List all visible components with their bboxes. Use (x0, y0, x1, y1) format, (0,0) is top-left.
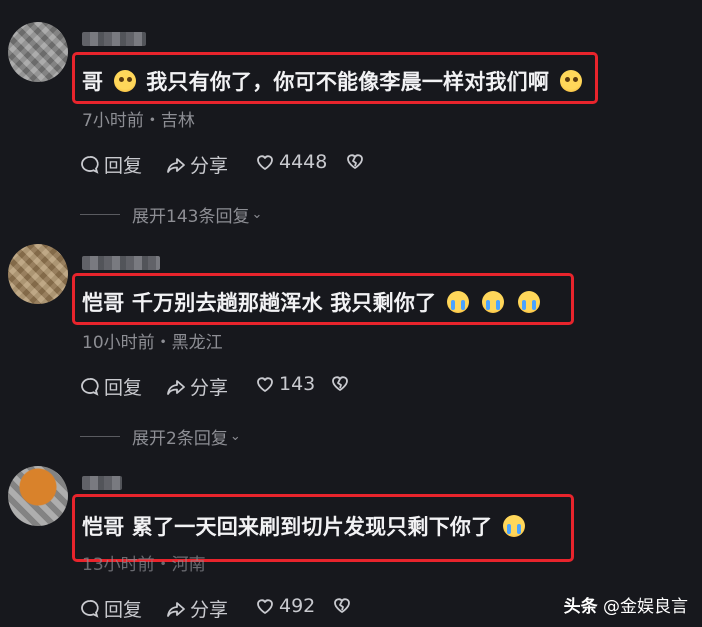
reply-button[interactable]: 回复 (80, 151, 142, 178)
crying-face-icon (502, 515, 525, 537)
share-button[interactable]: 分享 (166, 151, 228, 178)
share-arrow-icon (167, 379, 185, 395)
chevron-down-icon: ⌄ (229, 429, 241, 444)
heart-icon (257, 377, 273, 392)
avatar[interactable] (8, 22, 68, 82)
share-button[interactable]: 分享 (166, 373, 228, 400)
dislike-button[interactable] (332, 595, 356, 615)
avatar[interactable] (8, 466, 68, 526)
share-arrow-icon (167, 157, 185, 173)
expand-replies-button[interactable]: 展开2条回复 ⌄ (80, 424, 241, 449)
like-button[interactable]: 492 (255, 595, 315, 617)
comment-bubble-icon (81, 599, 99, 618)
share-arrow-icon (167, 601, 185, 617)
username-blurred[interactable] (82, 32, 146, 46)
username-blurred[interactable] (82, 476, 122, 490)
avatar[interactable] (8, 244, 68, 304)
pleading-face-icon (559, 70, 582, 92)
crying-face-icon (446, 291, 469, 313)
comment-text: 哥 我只有你了，你可不能像李晨一样对我们啊 (82, 66, 585, 96)
comment-meta: 7小时前・吉林 (82, 111, 195, 131)
broken-heart-icon (347, 154, 363, 169)
like-button[interactable]: 4448 (255, 151, 327, 173)
comment-meta: 10小时前・黑龙江 (82, 333, 223, 353)
expand-replies-button[interactable]: 展开143条回复 ⌄ (80, 202, 262, 227)
dislike-button[interactable] (330, 373, 354, 393)
comment-bubble-icon (81, 377, 99, 396)
reply-button[interactable]: 回复 (80, 373, 142, 400)
heart-icon (257, 599, 273, 614)
comment-text: 恺哥 累了一天回来刷到切片发现只剩下你了 (82, 511, 528, 541)
dislike-button[interactable] (345, 151, 369, 171)
reply-button[interactable]: 回复 (80, 595, 142, 622)
comment-text: 恺哥 千万别去趟那趟浑水 我只剩你了 (82, 287, 543, 317)
chevron-down-icon: ⌄ (251, 207, 263, 222)
heart-icon (257, 155, 273, 170)
crying-face-icon (482, 291, 505, 313)
share-button[interactable]: 分享 (166, 595, 228, 622)
broken-heart-icon (332, 376, 348, 391)
broken-heart-icon (334, 598, 350, 613)
divider (80, 214, 120, 215)
comment-bubble-icon (81, 155, 99, 174)
comment-meta: 13小时前・河南 (82, 555, 206, 575)
watermark: 头条 @金娱良言 (563, 597, 688, 617)
crying-face-icon (517, 291, 540, 313)
like-button[interactable]: 143 (255, 373, 315, 395)
pleading-face-icon (113, 70, 136, 92)
divider (80, 436, 120, 437)
username-blurred[interactable] (82, 256, 160, 270)
